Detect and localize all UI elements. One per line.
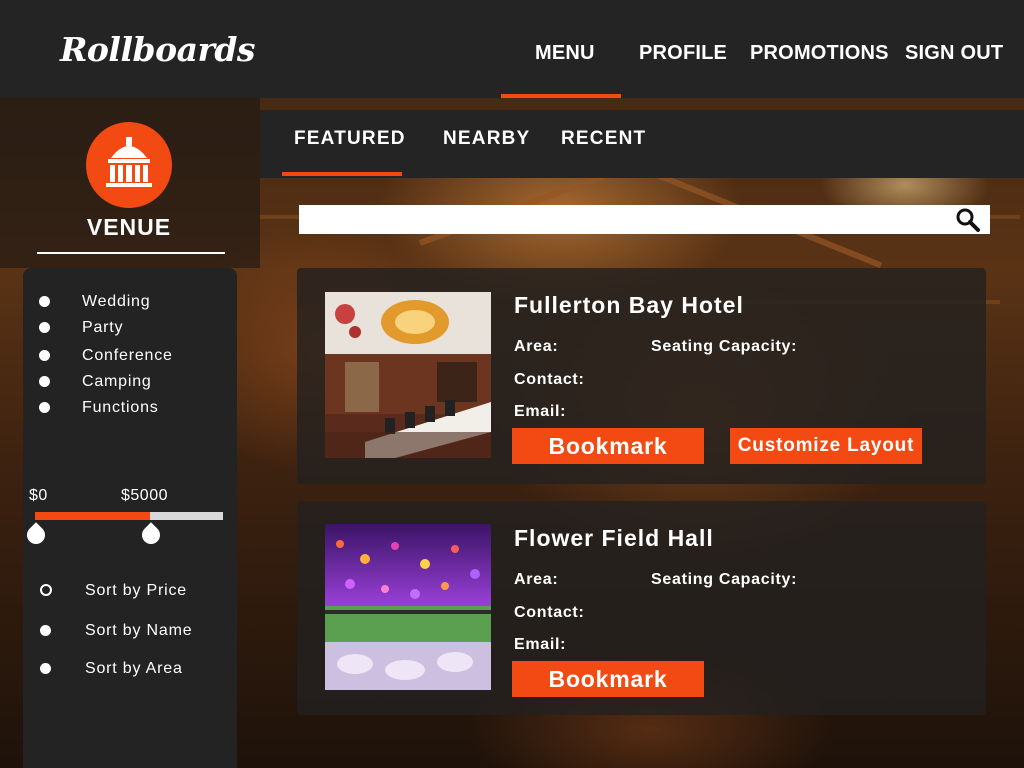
venue-contact-label: Contact: bbox=[514, 371, 585, 388]
building-icon bbox=[106, 137, 152, 187]
venue-name[interactable]: Fullerton Bay Hotel bbox=[514, 292, 744, 319]
venue-seating-label: Seating Capacity: bbox=[651, 571, 798, 588]
customize-layout-button[interactable]: Customize Layout bbox=[730, 428, 922, 464]
price-max-label: $5000 bbox=[121, 487, 168, 504]
bullet-icon bbox=[39, 350, 50, 361]
bullet-icon bbox=[39, 296, 50, 307]
banquet-room-image bbox=[325, 292, 491, 458]
bookmark-button[interactable]: Bookmark bbox=[512, 428, 704, 464]
radio-selected-icon[interactable] bbox=[40, 625, 51, 636]
nav-active-indicator bbox=[501, 94, 621, 98]
price-range-fill bbox=[35, 512, 150, 520]
tab-active-indicator bbox=[282, 172, 402, 176]
radio-selected-icon[interactable] bbox=[40, 663, 51, 674]
venue-email-label: Email: bbox=[514, 636, 567, 653]
bullet-icon bbox=[39, 322, 50, 333]
bullet-icon bbox=[39, 402, 50, 413]
venue-badge[interactable] bbox=[86, 122, 172, 208]
venue-divider bbox=[37, 252, 225, 254]
bullet-icon bbox=[39, 376, 50, 387]
tab-recent[interactable]: RECENT bbox=[561, 128, 646, 150]
nav-promotions[interactable]: PROMOTIONS bbox=[750, 42, 889, 65]
flower-hall-image bbox=[325, 524, 491, 690]
search-input[interactable] bbox=[299, 205, 990, 234]
radio-unselected-icon[interactable] bbox=[40, 584, 52, 596]
bookmark-button[interactable]: Bookmark bbox=[512, 661, 704, 697]
venue-photo-flower-field[interactable] bbox=[325, 524, 491, 690]
nav-menu[interactable]: MENU bbox=[535, 42, 595, 65]
app-logo[interactable]: Rollboards bbox=[60, 30, 256, 69]
venue-area-label: Area: bbox=[514, 338, 559, 355]
venue-name[interactable]: Flower Field Hall bbox=[514, 525, 714, 552]
venue-area-label: Area: bbox=[514, 571, 559, 588]
nav-profile[interactable]: PROFILE bbox=[639, 42, 727, 65]
nav-sign-out[interactable]: SIGN OUT bbox=[905, 42, 1003, 65]
venue-email-label: Email: bbox=[514, 403, 567, 420]
tab-nearby[interactable]: NEARBY bbox=[443, 128, 530, 150]
venue-label: VENUE bbox=[86, 214, 172, 240]
venue-photo-fullerton[interactable] bbox=[325, 292, 491, 458]
search-icon[interactable] bbox=[955, 207, 981, 233]
venue-seating-label: Seating Capacity: bbox=[651, 338, 798, 355]
tab-featured[interactable]: FEATURED bbox=[294, 128, 406, 150]
price-min-label: $0 bbox=[29, 487, 48, 504]
venue-contact-label: Contact: bbox=[514, 604, 585, 621]
